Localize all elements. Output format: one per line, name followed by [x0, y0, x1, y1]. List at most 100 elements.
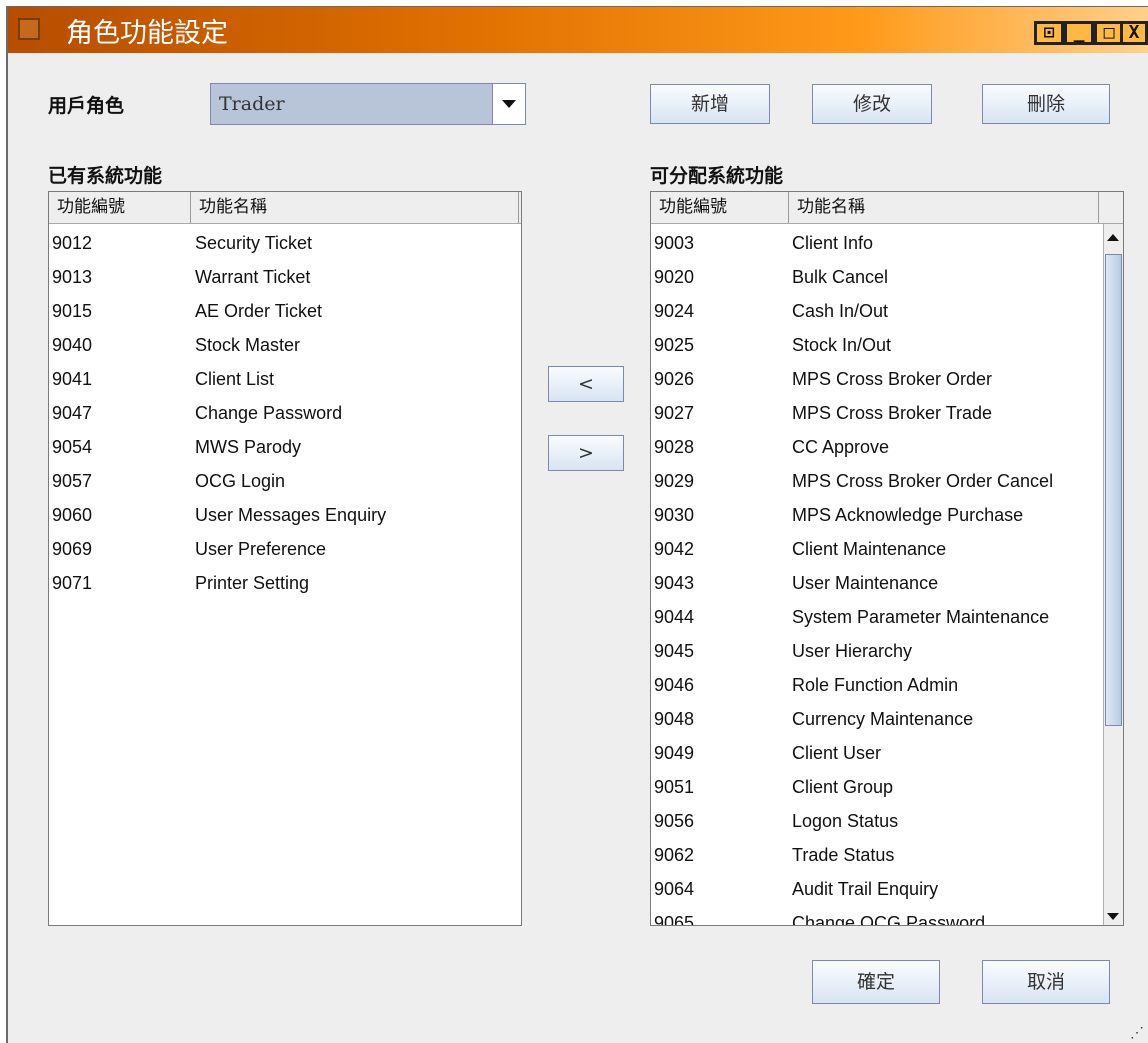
function-name-cell: Stock Master: [195, 335, 301, 355]
table-row[interactable]: 9041 Client List: [49, 362, 489, 396]
table-row[interactable]: 9064 Audit Trail Enquiry: [651, 872, 1091, 906]
table-row[interactable]: 9048 Currency Maintenance: [651, 702, 1091, 736]
table-row[interactable]: 9065 Change OCG Password: [651, 906, 1091, 926]
function-id-cell: 9025: [654, 335, 695, 355]
table-row[interactable]: 9028 CC Approve: [651, 430, 1091, 464]
pin-icon[interactable]: ⊡: [1034, 21, 1064, 45]
function-id-cell: 9042: [654, 539, 695, 559]
move-to-available-button[interactable]: >: [548, 435, 624, 471]
function-id-cell: 9027: [654, 403, 695, 423]
cancel-button[interactable]: 取消: [982, 960, 1110, 1004]
table-row[interactable]: 9062 Trade Status: [651, 838, 1091, 872]
column-header-name[interactable]: 功能名稱: [789, 192, 1099, 223]
table-row[interactable]: 9060 User Messages Enquiry: [49, 498, 489, 532]
function-id-cell: 9026: [654, 369, 695, 389]
title-bar[interactable]: 角色功能設定 ⊡ _ □ X: [8, 7, 1148, 53]
role-select-value: Trader: [219, 93, 285, 115]
function-id-cell: 9003: [654, 233, 695, 253]
function-name-cell: User Preference: [195, 539, 327, 559]
function-name-cell: Client List: [195, 369, 275, 389]
table-header: 功能編號 功能名稱: [651, 192, 1123, 224]
table-row[interactable]: 9003 Client Info: [651, 226, 1091, 260]
resize-grip-icon[interactable]: ⋰: [1130, 1025, 1144, 1041]
table-row[interactable]: 9030 MPS Acknowledge Purchase: [651, 498, 1091, 532]
chevron-down-icon[interactable]: [492, 84, 525, 124]
table-row[interactable]: 9040 Stock Master: [49, 328, 489, 362]
function-name-cell: Security Ticket: [195, 233, 313, 253]
function-name-cell: Printer Setting: [195, 573, 310, 593]
function-name-cell: MWS Parody: [195, 437, 302, 457]
function-id-cell: 9015: [52, 301, 93, 321]
function-name-cell: User Hierarchy: [792, 641, 913, 661]
function-id-cell: 9057: [52, 471, 93, 491]
assigned-functions-table[interactable]: 功能編號 功能名稱 9012 Security Ticket 9013 Warrant…: [48, 191, 522, 926]
column-header-name[interactable]: 功能名稱: [191, 192, 519, 223]
role-function-dialog: 角色功能設定 ⊡ _ □ X 用戶角色 Trader 新增 修改 刪除 已有系統…: [6, 6, 1148, 1043]
table-row[interactable]: 9071 Printer Setting: [49, 566, 489, 600]
function-id-cell: 9054: [52, 437, 93, 457]
table-row[interactable]: 9051 Client Group: [651, 770, 1091, 804]
function-name-cell: MPS Cross Broker Order: [792, 369, 993, 389]
table-header: 功能編號 功能名稱: [49, 192, 521, 224]
move-to-assigned-button[interactable]: <: [548, 366, 624, 402]
function-name-cell: Change Password: [195, 403, 343, 423]
function-name-cell: Client Group: [792, 777, 894, 797]
function-id-cell: 9029: [654, 471, 695, 491]
function-id-cell: 9040: [52, 335, 93, 355]
function-name-cell: Warrant Ticket: [195, 267, 311, 287]
table-row[interactable]: 9057 OCG Login: [49, 464, 489, 498]
table-row[interactable]: 9049 Client User: [651, 736, 1091, 770]
function-name-cell: CC Approve: [792, 437, 890, 457]
function-id-cell: 9012: [52, 233, 93, 253]
table-row[interactable]: 9029 MPS Cross Broker Order Cancel: [651, 464, 1091, 498]
function-name-cell: Role Function Admin: [792, 675, 959, 695]
column-header-id[interactable]: 功能編號: [49, 192, 191, 223]
function-name-cell: Stock In/Out: [792, 335, 892, 355]
function-name-cell: Currency Maintenance: [792, 709, 974, 729]
scrollbar-thumb[interactable]: [1105, 254, 1122, 726]
available-functions-title: 可分配系統功能: [650, 165, 784, 187]
delete-button[interactable]: 刪除: [982, 84, 1110, 124]
function-id-cell: 9013: [52, 267, 93, 287]
function-id-cell: 9028: [654, 437, 695, 457]
minimize-icon[interactable]: _: [1064, 21, 1094, 45]
available-functions-table[interactable]: 功能編號 功能名稱 9003 Client Info 9020 Bulk Cancel…: [650, 191, 1124, 926]
add-button[interactable]: 新增: [650, 84, 770, 124]
confirm-button[interactable]: 確定: [812, 960, 940, 1004]
scroll-up-icon[interactable]: [1104, 224, 1123, 248]
scroll-down-icon[interactable]: [1104, 901, 1123, 925]
app-icon: [18, 18, 40, 40]
table-row[interactable]: 9020 Bulk Cancel: [651, 260, 1091, 294]
table-row[interactable]: 9069 User Preference: [49, 532, 489, 566]
function-id-cell: 9065: [654, 913, 695, 926]
table-row[interactable]: 9054 MWS Parody: [49, 430, 489, 464]
function-name-cell: User Messages Enquiry: [195, 505, 387, 525]
table-row[interactable]: 9046 Role Function Admin: [651, 668, 1091, 702]
table-row[interactable]: 9042 Client Maintenance: [651, 532, 1091, 566]
table-row[interactable]: 9056 Logon Status: [651, 804, 1091, 838]
table-row[interactable]: 9015 AE Order Ticket: [49, 294, 489, 328]
table-row[interactable]: 9045 User Hierarchy: [651, 634, 1091, 668]
table-row[interactable]: 9013 Warrant Ticket: [49, 260, 489, 294]
table-row[interactable]: 9043 User Maintenance: [651, 566, 1091, 600]
close-icon[interactable]: X: [1120, 21, 1148, 45]
role-label: 用戶角色: [48, 95, 125, 117]
table-row[interactable]: 9024 Cash In/Out: [651, 294, 1091, 328]
role-select[interactable]: Trader: [210, 83, 526, 125]
table-row[interactable]: 9027 MPS Cross Broker Trade: [651, 396, 1091, 430]
column-header-id[interactable]: 功能編號: [651, 192, 789, 223]
table-row[interactable]: 9025 Stock In/Out: [651, 328, 1091, 362]
table-row[interactable]: 9044 System Parameter Maintenance: [651, 600, 1091, 634]
function-name-cell: Bulk Cancel: [792, 267, 889, 287]
table-row[interactable]: 9012 Security Ticket: [49, 226, 489, 260]
table-row[interactable]: 9047 Change Password: [49, 396, 489, 430]
function-id-cell: 9020: [654, 267, 695, 287]
function-id-cell: 9041: [52, 369, 93, 389]
function-id-cell: 9051: [654, 777, 695, 797]
table-row[interactable]: 9026 MPS Cross Broker Order: [651, 362, 1091, 396]
function-name-cell: OCG Login: [195, 471, 286, 491]
function-id-cell: 9044: [654, 607, 695, 627]
scrollbar[interactable]: [1103, 224, 1123, 925]
modify-button[interactable]: 修改: [812, 84, 932, 124]
function-id-cell: 9030: [654, 505, 695, 525]
